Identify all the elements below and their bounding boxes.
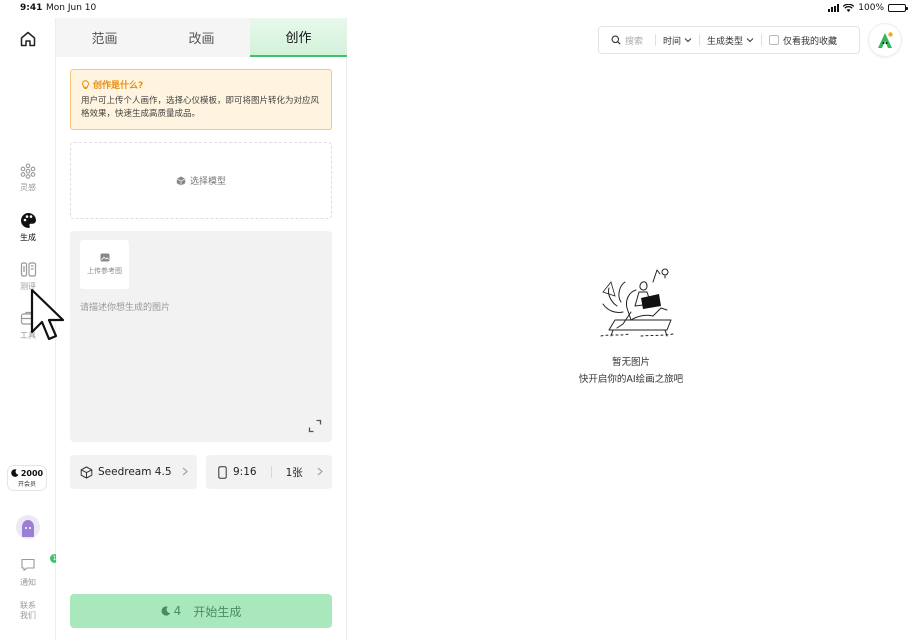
person-with-laptop-illustration bbox=[600, 268, 674, 337]
ghost-avatar-icon bbox=[22, 520, 34, 537]
moon-icon bbox=[161, 606, 170, 616]
app-logo-icon bbox=[878, 32, 893, 48]
image-count-value: 1张 bbox=[285, 466, 303, 479]
favorites-only-label: 仅看我的收藏 bbox=[783, 36, 838, 47]
membership-label: 开会员 bbox=[17, 480, 36, 488]
model-selector[interactable]: Seedream 4.5 bbox=[70, 455, 197, 489]
user-avatar[interactable] bbox=[16, 515, 40, 539]
select-model-button[interactable]: 选择模型 bbox=[70, 142, 332, 219]
start-generate-button[interactable]: 4 开始生成 bbox=[70, 594, 332, 628]
battery-icon bbox=[888, 4, 908, 12]
prompt-input[interactable]: 请描述你想生成的图片 bbox=[80, 300, 170, 313]
tab-redraw[interactable]: 改画 bbox=[153, 18, 250, 57]
palette-icon bbox=[20, 213, 36, 228]
rail-item-generate[interactable]: 生成 bbox=[0, 212, 56, 243]
cellular-signal-icon bbox=[828, 4, 840, 12]
home-icon bbox=[20, 31, 36, 47]
rail-item-label: 生成 bbox=[20, 233, 36, 242]
moon-icon bbox=[11, 469, 19, 477]
chevron-right-icon bbox=[317, 467, 323, 476]
chevron-down-icon bbox=[746, 38, 754, 43]
dots-grid-icon bbox=[20, 163, 36, 179]
type-filter-dropdown[interactable]: 生成类型 bbox=[700, 34, 761, 47]
rail-item-label: 灵感 bbox=[20, 183, 36, 192]
tab-create[interactable]: 创作 bbox=[250, 18, 347, 57]
cube-icon bbox=[176, 176, 186, 185]
status-indicators: 100% bbox=[828, 3, 908, 13]
lightbulb-icon bbox=[82, 79, 89, 89]
upload-reference-label: 上传参考图 bbox=[87, 267, 122, 275]
coin-count: 2000 bbox=[20, 468, 44, 478]
search-icon bbox=[611, 35, 621, 45]
tab-examples[interactable]: 范画 bbox=[56, 18, 153, 57]
time-filter-label: 时间 bbox=[663, 36, 682, 47]
battery-percent: 100% bbox=[858, 3, 884, 13]
app-logo-avatar[interactable] bbox=[869, 24, 901, 56]
mode-tabs: 范画 改画 创作 bbox=[56, 18, 347, 57]
notifications-button[interactable]: 1 通知 bbox=[0, 554, 59, 588]
type-filter-label: 生成类型 bbox=[707, 36, 744, 47]
contact-line-1: 联系 bbox=[20, 601, 36, 610]
empty-title: 暂无图片 bbox=[611, 357, 650, 368]
status-time: 9:41 bbox=[20, 3, 43, 13]
upload-reference-button[interactable]: 上传参考图 bbox=[80, 240, 129, 289]
start-generate-label: 开始生成 bbox=[193, 604, 242, 619]
creation-panel: 范画 改画 创作 创作是什么? 用户可上传个人画作，选择心仪模板，即可将图片转化… bbox=[56, 18, 347, 640]
notifications-label: 通知 bbox=[20, 578, 36, 587]
chevron-right-icon bbox=[182, 467, 188, 476]
size-count-selector[interactable]: 9:16 1张 bbox=[206, 455, 332, 489]
contact-line-2: 我们 bbox=[20, 611, 36, 620]
image-icon bbox=[100, 253, 109, 262]
prompt-area[interactable]: 上传参考图 请描述你想生成的图片 bbox=[70, 231, 332, 442]
aspect-ratio-value: 9:16 bbox=[233, 466, 257, 478]
info-title-text: 创作是什么? bbox=[93, 81, 144, 91]
favorites-only-toggle[interactable]: 仅看我的收藏 bbox=[762, 34, 837, 47]
time-filter-dropdown[interactable]: 时间 bbox=[656, 34, 699, 47]
expand-icon[interactable] bbox=[308, 419, 322, 433]
coin-balance-button[interactable]: 2000 开会员 bbox=[7, 465, 47, 491]
phone-ratio-icon bbox=[218, 465, 227, 479]
model-name: Seedream 4.5 bbox=[98, 466, 172, 478]
info-title: 创作是什么? bbox=[81, 78, 321, 91]
empty-subtitle: 快开启你的AI绘画之旅吧 bbox=[578, 374, 684, 385]
chevron-down-icon bbox=[684, 38, 692, 43]
generate-cost: 4 bbox=[161, 604, 182, 618]
filter-toolbar: 搜索 时间 生成类型 仅看我的收藏 bbox=[598, 26, 860, 54]
info-description: 用户可上传个人画作，选择心仪模板，即可将图片转化为对应风格效果，快速生成高质量成… bbox=[81, 96, 320, 119]
contact-us-link[interactable]: 联系 我们 bbox=[0, 601, 56, 621]
clipboard-icon bbox=[20, 262, 36, 277]
rail-item-inspiration[interactable]: 灵感 bbox=[0, 163, 56, 193]
mouse-pointer-icon bbox=[30, 288, 65, 341]
select-model-label: 选择模型 bbox=[189, 177, 226, 187]
cube-outline-icon bbox=[80, 465, 93, 479]
wifi-icon bbox=[843, 4, 855, 12]
info-callout: 创作是什么? 用户可上传个人画作，选择心仪模板，即可将图片转化为对应风格效果，快… bbox=[70, 69, 332, 130]
status-bar: 9:41 Mon Jun 10 100% bbox=[0, 0, 916, 18]
generate-cost-value: 4 bbox=[173, 604, 182, 618]
empty-state: 暂无图片 快开启你的AI绘画之旅吧 bbox=[560, 262, 702, 385]
search-placeholder: 搜索 bbox=[625, 36, 644, 47]
message-icon bbox=[21, 558, 35, 572]
status-date: Mon Jun 10 bbox=[46, 3, 97, 13]
favorites-checkbox[interactable] bbox=[769, 35, 780, 45]
home-button[interactable] bbox=[0, 30, 56, 48]
selector-divider bbox=[270, 466, 272, 478]
search-field[interactable]: 搜索 bbox=[599, 34, 655, 47]
